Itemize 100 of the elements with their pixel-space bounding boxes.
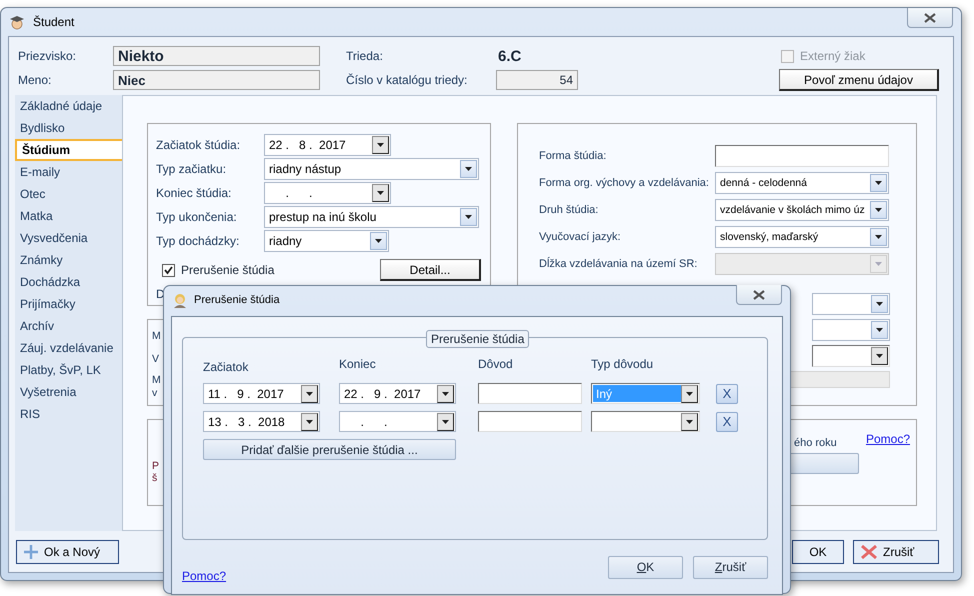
dropdown-button[interactable] (870, 174, 887, 192)
date-picker[interactable]: 13 . 3 . 2018 (203, 411, 320, 432)
caret-icon (442, 420, 449, 424)
dropdown-button[interactable] (370, 232, 387, 250)
name-field[interactable]: Niec (113, 70, 320, 90)
field-label: Dĺžka vzdelávania na území SR: (539, 258, 698, 270)
sidebar-item[interactable]: Bydlisko (15, 117, 122, 139)
dropdown-button[interactable] (437, 412, 454, 430)
dropdown-button[interactable] (372, 184, 389, 202)
caret-icon (377, 191, 384, 195)
checkbox[interactable] (162, 264, 175, 276)
sidebar-item[interactable]: Štúdium (15, 139, 122, 161)
dropdown[interactable]: prestup na inú školu (264, 206, 479, 228)
sidebar-item[interactable]: Vysvedčenia (15, 227, 122, 249)
window-title: Študent (32, 14, 76, 31)
ok-button[interactable]: OK (792, 540, 844, 564)
caret-icon (686, 392, 693, 396)
help-link[interactable]: Pomoc? (182, 569, 226, 583)
remove-button[interactable]: X (716, 412, 738, 432)
sidebar-item[interactable]: Archív (15, 315, 122, 337)
ok-button[interactable]: OK (608, 556, 683, 578)
date-picker[interactable]: . . (264, 182, 391, 204)
number-field[interactable]: 54 (496, 70, 578, 90)
dropdown-button[interactable] (870, 201, 887, 219)
dropdown-button[interactable] (681, 384, 698, 402)
dropdown-button[interactable] (301, 384, 318, 402)
close-button[interactable] (736, 285, 782, 305)
sidebar-item[interactable]: Prijímačky (15, 293, 122, 315)
field-label: Priezvisko: (18, 49, 78, 63)
caret-icon (465, 215, 472, 219)
sidebar-item[interactable]: RIS (15, 403, 122, 425)
dropdown-button[interactable] (871, 295, 888, 313)
sidebar-item[interactable]: Známky (15, 249, 122, 271)
reason-field[interactable] (478, 411, 582, 432)
ok-new-button[interactable]: Ok a Nový (16, 540, 119, 564)
reason-field[interactable] (478, 383, 582, 404)
caret-icon (875, 208, 882, 212)
class-value: 6.C (497, 48, 522, 64)
date-picker[interactable]: . . (339, 411, 456, 432)
close-icon (753, 290, 765, 300)
field-label: Forma štúdia: (539, 150, 608, 162)
cancel-button[interactable]: Zrušiť (693, 556, 768, 578)
close-button[interactable] (907, 8, 953, 28)
sidebar-item[interactable]: Matka (15, 205, 122, 227)
sidebar-item[interactable]: Platby, ŠvP, LK (15, 359, 122, 381)
checkbox-label: Externý žiak (800, 49, 866, 63)
dropdown[interactable] (812, 345, 890, 367)
dropdown[interactable] (591, 411, 700, 432)
caret-icon (465, 167, 472, 171)
dropdown-button[interactable] (301, 412, 318, 430)
caret-icon (442, 392, 449, 396)
date-picker[interactable]: 22 . 9 . 2017 (339, 383, 456, 404)
caret-icon (306, 392, 313, 396)
remove-button[interactable]: X (716, 384, 738, 404)
graduate-icon (9, 14, 25, 30)
close-icon (924, 12, 936, 22)
detail-button[interactable]: Detail... (380, 259, 481, 281)
allow-edit-button[interactable]: Povoľ zmenu údajov (779, 69, 939, 91)
checkbox-label: Prerušenie štúdia (181, 263, 274, 277)
text-fragment: v (152, 387, 158, 400)
sidebar-item[interactable]: Otec (15, 183, 122, 205)
dropdown-button[interactable] (681, 412, 698, 430)
sidebar-item[interactable]: Vyšetrenia (15, 381, 122, 403)
dropdown[interactable]: riadny nástup (264, 158, 479, 180)
dropdown[interactable]: denná - celodenná (715, 172, 889, 194)
column-header: Začiatok (203, 360, 250, 376)
dropdown-button[interactable] (437, 384, 454, 402)
caret-icon (876, 328, 883, 332)
dropdown-button[interactable] (871, 347, 888, 365)
field-label: Typ dochádzky: (156, 234, 240, 248)
sidebar-item[interactable]: E-maily (15, 161, 122, 183)
column-header: Typ dôvodu (591, 357, 654, 373)
dropdown-button[interactable] (460, 160, 477, 178)
column-header: Koniec (339, 357, 377, 373)
date-picker[interactable]: 11 . 9 . 2017 (203, 383, 320, 404)
dropdown-button[interactable] (870, 228, 887, 246)
caret-icon (377, 143, 384, 147)
text-fragment: V (152, 353, 160, 366)
dropdown[interactable]: vzdelávanie v školách mimo úz (715, 199, 889, 221)
dropdown[interactable]: slovenský, maďarský (715, 226, 889, 248)
field-label: Forma org. výchovy a vzdelávania: (539, 177, 710, 189)
sidebar-item[interactable]: Záuj. vzdelávanie (15, 337, 122, 359)
person-icon (172, 292, 188, 308)
dropdown-button[interactable] (871, 321, 888, 339)
date-picker[interactable]: 22 . 8 . 2017 (264, 134, 391, 156)
sidebar-item[interactable]: Základné údaje (15, 95, 122, 117)
dropdown-button[interactable] (460, 208, 477, 226)
help-link[interactable]: Pomoc? (866, 432, 910, 446)
dropdown[interactable]: riadny (264, 230, 389, 252)
sidebar-item[interactable]: Dochádzka (15, 271, 122, 293)
caret-icon (875, 262, 882, 266)
field-label: Vyučovací jazyk: (539, 231, 622, 243)
text-fragment: M (152, 374, 161, 387)
cancel-button[interactable]: Zrušiť (853, 540, 939, 564)
dropdown-button[interactable] (372, 136, 389, 154)
field-label: Začiatok štúdia: (156, 138, 242, 152)
add-button[interactable]: Pridať ďalšie prerušenie štúdia ... (203, 439, 456, 460)
field-label: Typ začiatku: (156, 162, 228, 176)
surname-field[interactable]: Niekto (113, 46, 320, 66)
text-field[interactable] (715, 145, 889, 167)
